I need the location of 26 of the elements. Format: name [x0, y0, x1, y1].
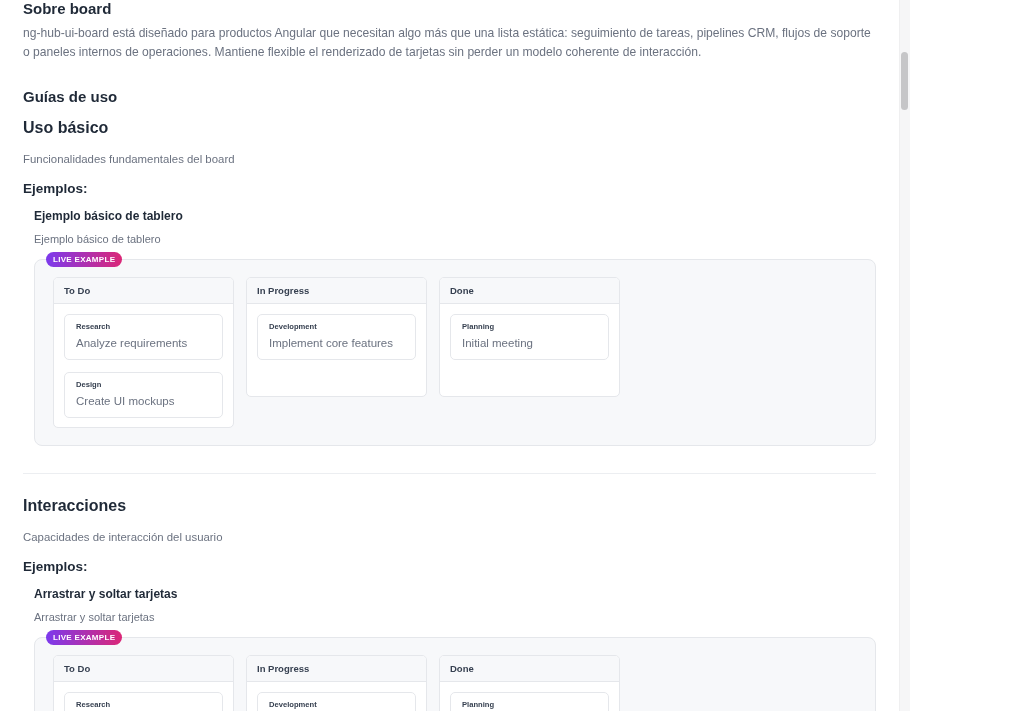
column-header: In Progress	[247, 278, 426, 304]
scrollbar-thumb[interactable]	[901, 52, 908, 110]
section-description: Capacidades de interacción del usuario	[23, 530, 224, 545]
section-description: Funcionalidades fundamentales del board	[23, 152, 236, 167]
example-description: Ejemplo básico de tablero	[34, 232, 162, 247]
section-title: Uso básico	[23, 118, 110, 138]
live-example-badge: LIVE EXAMPLE	[46, 630, 123, 645]
section-title: Sobre board	[23, 0, 113, 18]
live-example-badge: LIVE EXAMPLE	[46, 252, 123, 267]
example-title: Ejemplo básico de tablero	[34, 208, 184, 224]
card-title: Implement core features	[269, 336, 394, 351]
card-title: Create UI mockups	[76, 394, 176, 409]
column-header: Done	[440, 278, 619, 304]
column-header: To Do	[54, 656, 233, 682]
column-header: Done	[440, 656, 619, 682]
example-description: Arrastrar y soltar tarjetas	[34, 610, 156, 625]
intro-paragraph: ng-hub-ui-board está diseñado para productos Angular que necesitan algo más que una lista estática: seguimiento de tareas, pipelines CRM, flujos de soporte o paneles internos de operaciones. Mantiene flexible el renderizado de tarjetas sin perder un modelo coherente de interacción.	[23, 25, 872, 61]
column-header: In Progress	[247, 656, 426, 682]
examples-label: Ejemplos:	[23, 558, 89, 576]
guides-heading: Guías de uso	[23, 87, 119, 107]
examples-label: Ejemplos:	[23, 180, 89, 198]
column-header: To Do	[54, 278, 233, 304]
card-title: Analyze requirements	[76, 336, 189, 351]
example-title: Arrastrar y soltar tarjetas	[34, 586, 179, 602]
card-title: Initial meeting	[462, 336, 534, 351]
section-title: Interacciones	[23, 496, 128, 516]
